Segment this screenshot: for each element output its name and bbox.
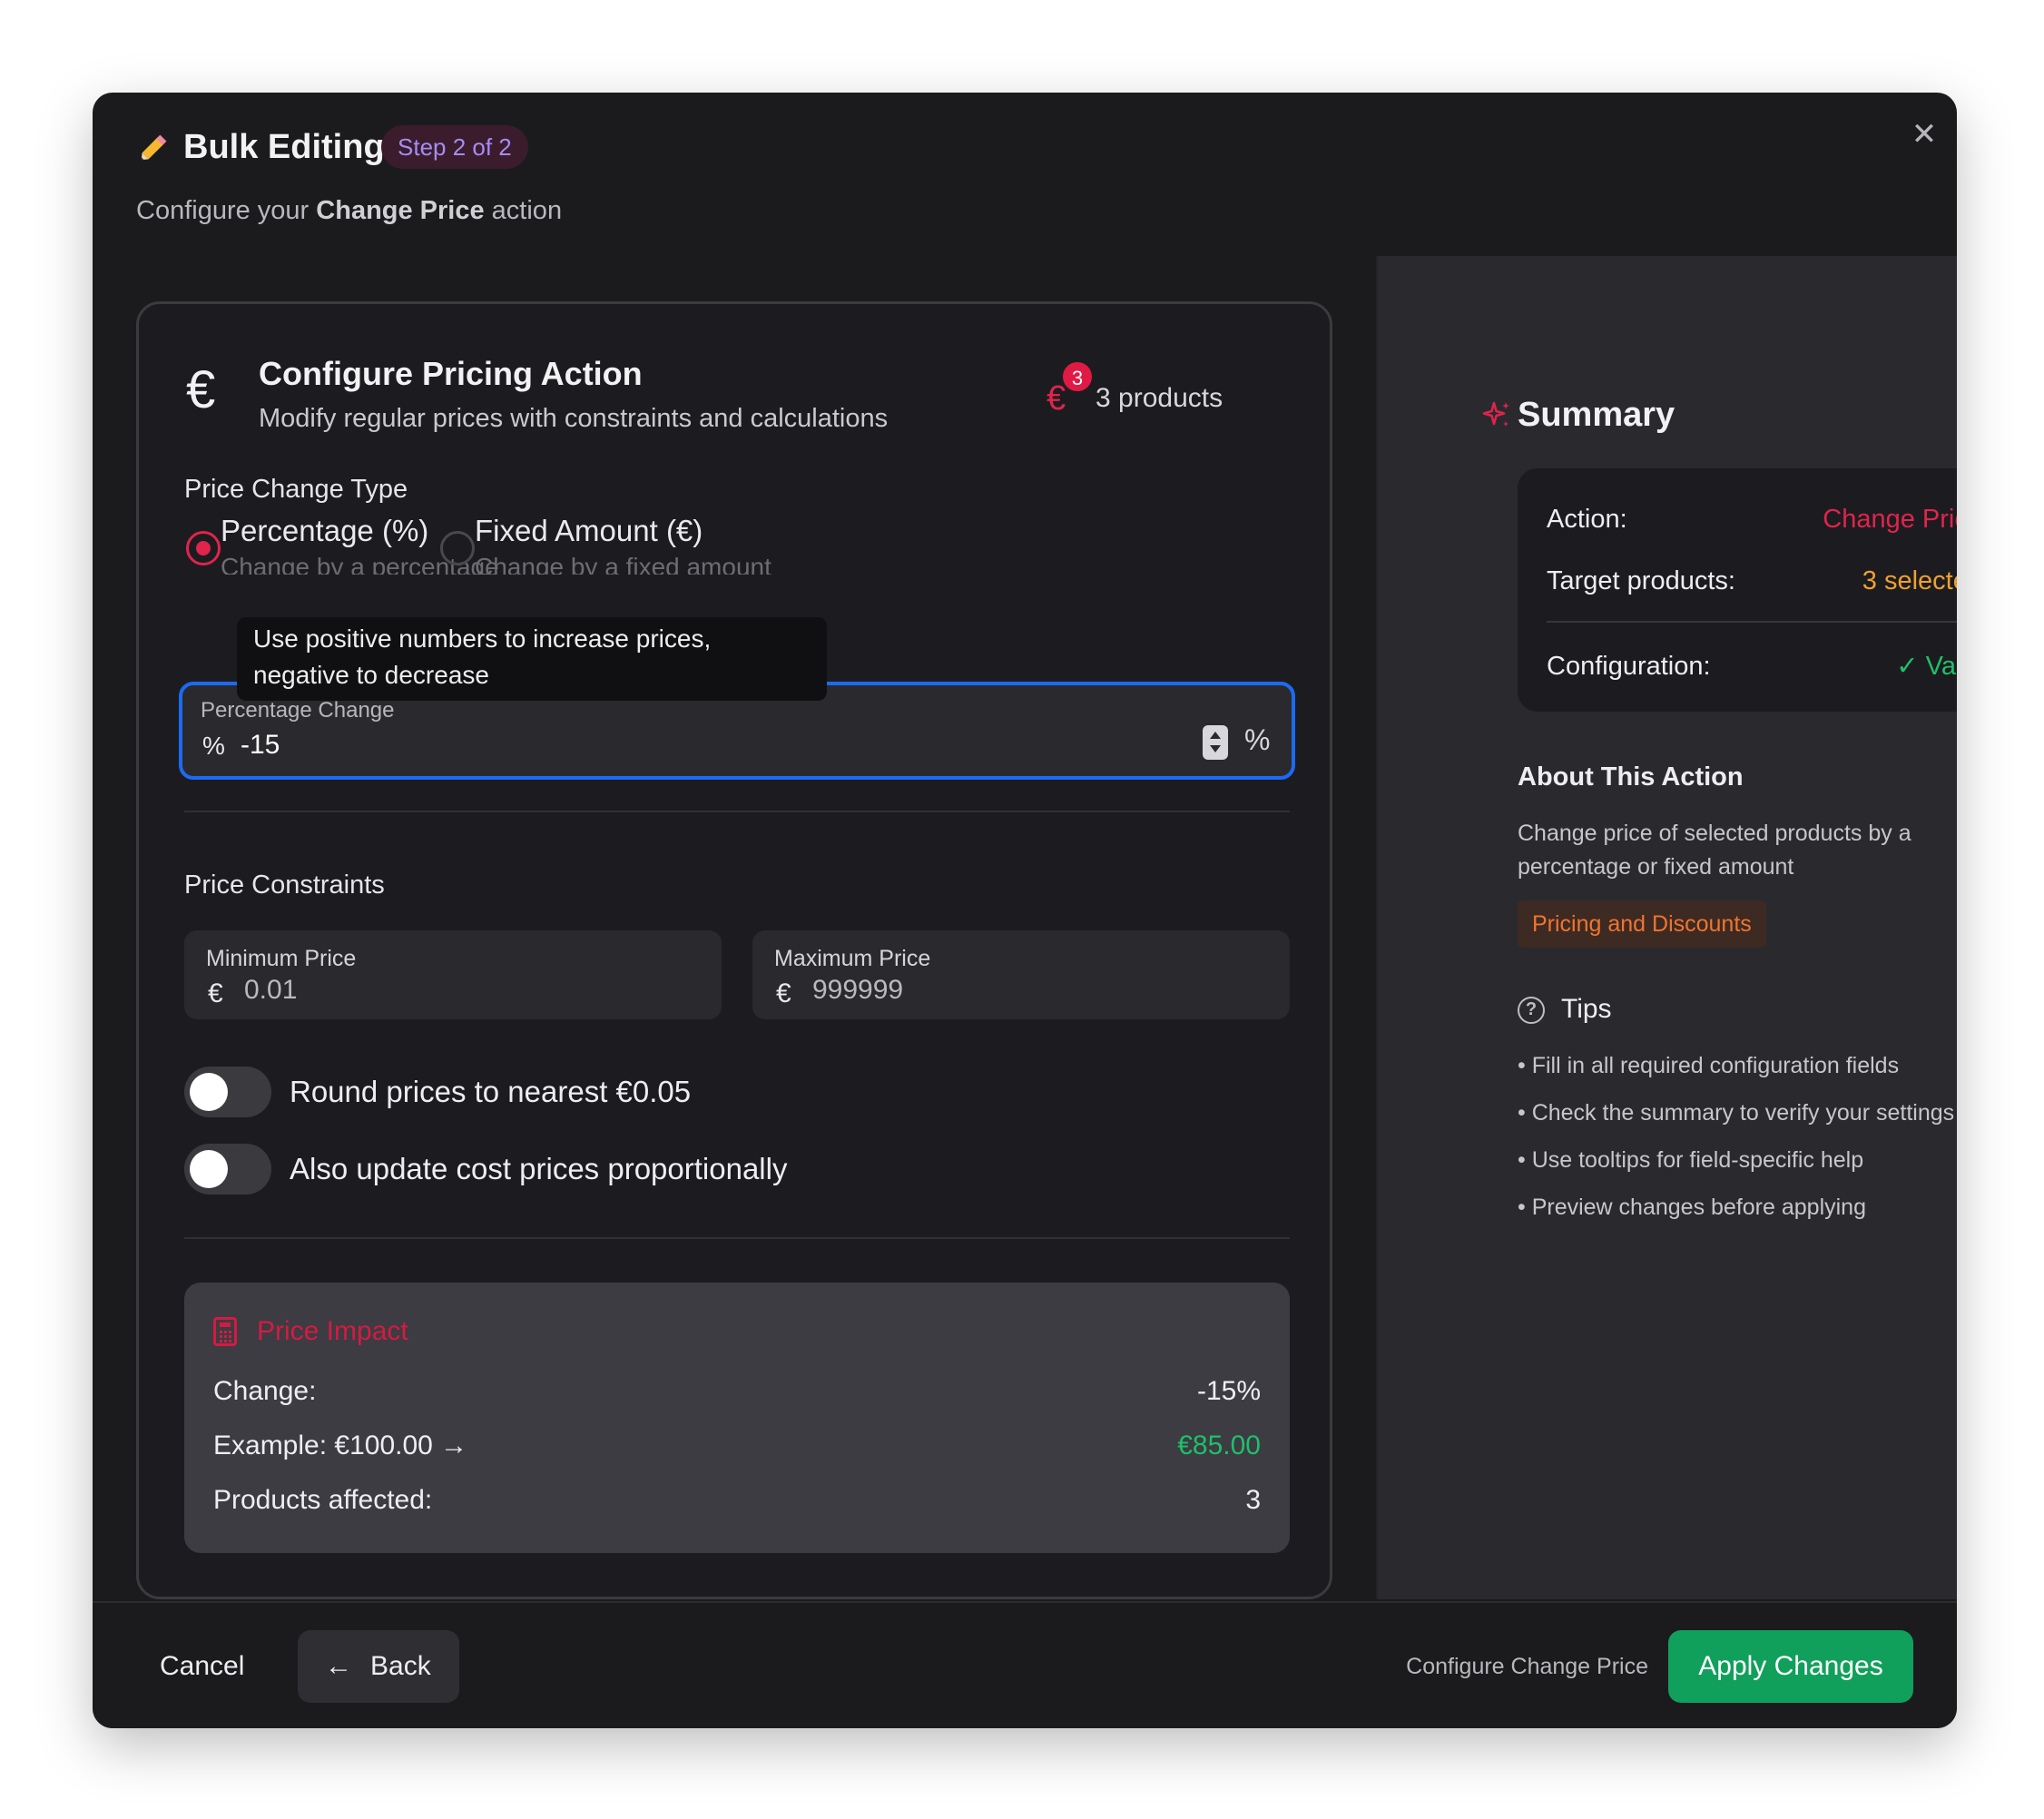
modal-footer: Cancel ← Back Configure Change Price App… [93, 1601, 1957, 1728]
radio-percentage[interactable] [186, 531, 221, 565]
summary-value: ✓ Valid [1896, 652, 1957, 681]
cancel-button[interactable]: Cancel [138, 1630, 266, 1703]
about-text: Change price of selected products by a p… [1518, 821, 1911, 880]
impact-label: Example: €100.00 → [213, 1431, 468, 1460]
help-icon: ? [1518, 997, 1545, 1024]
about-title: About This Action [1518, 762, 1744, 792]
pencil-icon [141, 134, 167, 161]
bulk-edit-modal: Bulk Editing Step 2 of 2 Configure your … [93, 93, 1957, 1728]
footer-hint: Configure Change Price [1406, 1654, 1648, 1679]
summary-row-targets: Target products: 3 selected [1547, 563, 1957, 599]
percentage-change-input[interactable] [241, 725, 1057, 765]
radio-percentage-label[interactable]: Percentage (%) [221, 511, 428, 551]
impact-value: -15% [1196, 1376, 1261, 1406]
minimum-price-field[interactable]: Minimum Price € [184, 930, 722, 1019]
euro-icon: € [186, 360, 216, 419]
euro-icon: € [208, 978, 223, 1008]
pricing-config-card: € Configure Pricing Action Modify regula… [136, 301, 1332, 1599]
maximum-price-label: Maximum Price [774, 946, 931, 971]
impact-row-example: Example: €100.00 → €85.00 [213, 1428, 1261, 1464]
impact-row-products: Products affected: 3 [213, 1482, 1261, 1519]
sparkle-icon [1482, 401, 1509, 427]
impact-row-change: Change: -15% [213, 1373, 1261, 1410]
summary-card: Action: Change Price Target products: 3 … [1518, 468, 1957, 712]
impact-value: 3 [1245, 1485, 1261, 1515]
percent-suffix: % [1244, 723, 1271, 756]
tips-title: Tips [1561, 994, 1612, 1024]
summary-value: Change Price [1823, 505, 1957, 534]
summary-row-configuration: Configuration: ✓ Valid [1547, 648, 1957, 684]
impact-label: Change: [213, 1376, 317, 1406]
card-subtitle: Modify regular prices with constraints a… [259, 404, 889, 433]
tip-item: • Fill in all required configuration fie… [1518, 1053, 1900, 1078]
modal-header: Bulk Editing Step 2 of 2 Configure your … [93, 93, 1957, 256]
apply-changes-button[interactable]: Apply Changes [1668, 1630, 1913, 1703]
back-button[interactable]: ← Back [298, 1630, 459, 1703]
summary-label: Target products: [1547, 566, 1735, 595]
summary-title: Summary [1518, 396, 1675, 434]
arrow-left-icon: ← [325, 1651, 352, 1681]
product-count-label: 3 products [1096, 383, 1223, 413]
euro-icon: € [776, 978, 791, 1008]
divider [184, 811, 1290, 812]
radio-fixed-amount[interactable] [440, 531, 475, 565]
divider [184, 1237, 1290, 1239]
modal-title: Bulk Editing [183, 128, 385, 166]
subtitle-prefix: Configure your [136, 196, 317, 225]
tip-item: • Check the summary to verify your setti… [1518, 1100, 1955, 1126]
summary-label: Action: [1547, 505, 1627, 534]
price-impact-title: Price Impact [257, 1316, 408, 1346]
summary-row-action: Action: Change Price [1547, 501, 1957, 537]
card-title: Configure Pricing Action [259, 355, 643, 392]
modal-subtitle: Configure your Change Price action [136, 192, 562, 229]
maximum-price-field[interactable]: Maximum Price € [752, 930, 1290, 1019]
subtitle-action: Change Price [316, 196, 485, 225]
category-badge: Pricing and Discounts [1518, 900, 1766, 948]
back-label: Back [370, 1651, 431, 1681]
price-change-type-label: Price Change Type [184, 475, 408, 504]
percentage-change-label: Percentage Change [201, 698, 395, 723]
close-icon[interactable]: ✕ [1904, 114, 1944, 154]
divider [1547, 621, 1957, 623]
minimum-price-label: Minimum Price [206, 946, 357, 971]
maximum-price-input[interactable] [812, 972, 1248, 1008]
minimum-price-input[interactable] [244, 972, 680, 1008]
notification-badge: 3 [1061, 360, 1094, 393]
summary-value: 3 selected [1862, 566, 1957, 595]
calculator-icon [213, 1317, 237, 1346]
percentage-tooltip: Use positive numbers to increase prices,… [237, 617, 827, 701]
tip-item: • Preview changes before applying [1518, 1195, 1866, 1220]
price-impact-panel: Price Impact Change: -15% Example: €100.… [184, 1283, 1290, 1553]
number-stepper[interactable] [1203, 725, 1228, 760]
radio-fixed-amount-label[interactable]: Fixed Amount (€) [475, 511, 703, 551]
impact-label: Products affected: [213, 1485, 433, 1515]
subtitle-suffix: action [484, 196, 563, 225]
impact-value: €85.00 [1177, 1431, 1261, 1460]
round-prices-toggle[interactable] [184, 1067, 271, 1117]
update-cost-label: Also update cost prices proportionally [290, 1152, 788, 1185]
step-badge: Step 2 of 2 [381, 125, 528, 169]
round-prices-label: Round prices to nearest €0.05 [290, 1075, 692, 1108]
update-cost-toggle[interactable] [184, 1144, 271, 1195]
radio-fixed-amount-hint: Change by a fixed amount [475, 553, 771, 575]
price-constraints-label: Price Constraints [184, 870, 385, 900]
euro-icon: € [1047, 379, 1066, 418]
tip-item: • Use tooltips for field-specific help [1518, 1147, 1864, 1173]
percent-icon: % [202, 732, 225, 760]
summary-label: Configuration: [1547, 652, 1711, 681]
